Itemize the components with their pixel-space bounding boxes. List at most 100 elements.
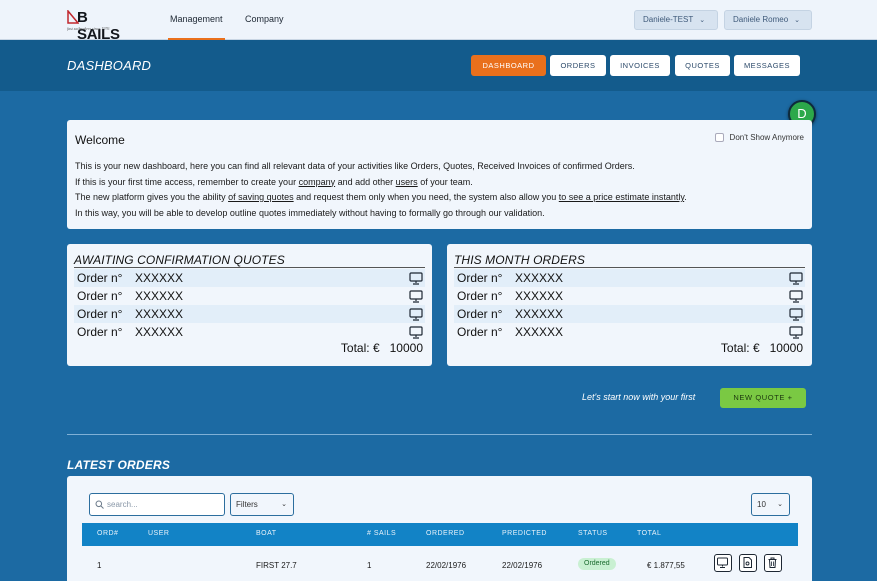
checkbox-icon[interactable]: [714, 133, 724, 142]
orders-total: Total: € 10000: [721, 341, 803, 355]
list-item[interactable]: Order n° XXXXXX: [454, 269, 805, 287]
cell-predicted: 22/02/1976: [502, 561, 543, 570]
col-status[interactable]: STATUS: [578, 530, 608, 537]
cell-ordered: 22/02/1976: [426, 561, 467, 570]
search-input[interactable]: search...: [89, 493, 225, 516]
welcome-line-4: In this way, you will be able to develop…: [75, 207, 545, 218]
col-sails[interactable]: # SAILS: [367, 530, 396, 537]
order-number: XXXXXX: [515, 307, 564, 321]
monitor-icon[interactable]: [409, 326, 423, 339]
monitor-icon[interactable]: [409, 272, 423, 285]
welcome-title: Welcome: [75, 133, 125, 147]
cell-ord: 1: [97, 561, 102, 570]
col-total[interactable]: TOTAL: [637, 530, 661, 537]
card-title: THIS MONTH ORDERS: [454, 253, 586, 267]
saving-quotes-link[interactable]: of saving quotes: [228, 192, 294, 202]
workspace-dropdown[interactable]: Daniele-TEST ⌄: [634, 10, 718, 30]
text-fragment: and add other: [335, 176, 396, 187]
status-badge: Ordered: [578, 558, 616, 570]
col-user[interactable]: USER: [148, 530, 169, 537]
page-size-value: 10: [757, 500, 766, 509]
chevron-down-icon: ⌄: [281, 501, 287, 508]
section-divider: [67, 434, 812, 435]
page-header: DASHBOARD DASHBOARD ORDERS INVOICES QUOT…: [0, 40, 877, 91]
list-item[interactable]: Order n° XXXXXX: [454, 323, 805, 341]
monitor-icon: [717, 557, 728, 568]
welcome-text: This is your new dashboard, here you can…: [75, 159, 687, 221]
dont-show-checkbox[interactable]: Don't Show Anymore: [714, 133, 804, 142]
monitor-icon[interactable]: [789, 308, 803, 321]
list-item[interactable]: Order n° XXXXXX: [454, 305, 805, 323]
quotes-total: Total: € 10000: [341, 341, 423, 355]
divider: [74, 267, 425, 268]
order-number: XXXXXX: [135, 289, 184, 303]
order-number: XXXXXX: [135, 271, 184, 285]
order-label: Order n°: [457, 289, 503, 303]
order-label: Order n°: [77, 271, 123, 285]
view-button[interactable]: [714, 554, 732, 572]
tab-messages[interactable]: MESSAGES: [734, 55, 800, 76]
card-title: AWAITING CONFIRMATION QUOTES: [74, 253, 285, 267]
monitor-icon[interactable]: [409, 308, 423, 321]
monitor-icon[interactable]: [789, 326, 803, 339]
order-label: Order n°: [77, 325, 123, 339]
col-predicted[interactable]: PREDICTED: [502, 530, 547, 537]
text-fragment: If this is your first time access, remem…: [75, 176, 299, 187]
text-fragment: and request them only when you need, the…: [293, 192, 559, 202]
user-dropdown[interactable]: Daniele Romeo ⌄: [724, 10, 812, 30]
user-label: Daniele Romeo: [733, 15, 789, 24]
list-item[interactable]: Order n° XXXXXX: [74, 323, 425, 341]
col-boat[interactable]: BOAT: [256, 530, 277, 537]
top-navbar: B SAILS fast sailmakers since 1976 Manag…: [0, 0, 877, 43]
list-item[interactable]: Order n° XXXXXX: [74, 287, 425, 305]
monitor-icon[interactable]: [409, 290, 423, 303]
nav-company[interactable]: Company: [245, 14, 284, 24]
text-fragment: The new platform gives you the ability: [75, 192, 229, 202]
latest-orders-title: LATEST ORDERS: [67, 458, 171, 472]
chevron-down-icon: ⌄: [777, 501, 783, 508]
filters-dropdown[interactable]: Filters ⌄: [230, 493, 294, 516]
search-icon: [95, 500, 104, 509]
page-title: DASHBOARD: [67, 58, 152, 73]
order-number: XXXXXX: [135, 307, 184, 321]
nav-management[interactable]: Management: [168, 14, 225, 40]
total-value: 10000: [769, 341, 803, 355]
order-label: Order n°: [77, 289, 123, 303]
monitor-icon[interactable]: [789, 272, 803, 285]
tab-orders[interactable]: ORDERS: [550, 55, 606, 76]
welcome-line-1: This is your new dashboard, here you can…: [75, 161, 635, 171]
price-estimate-link[interactable]: to see a price estimate instantly: [559, 192, 684, 202]
divider: [454, 267, 805, 268]
tab-dashboard[interactable]: DASHBOARD: [471, 55, 546, 76]
page-size-select[interactable]: 10 ⌄: [751, 493, 790, 516]
total-label: Total: €: [340, 341, 380, 355]
brand-logo[interactable]: B SAILS fast sailmakers since 1976: [67, 8, 129, 43]
new-quote-button[interactable]: NEW QUOTE +: [720, 388, 806, 408]
workspace-label: Daniele-TEST: [643, 15, 694, 24]
cta-text: Let's start now with your first: [582, 392, 696, 402]
users-link[interactable]: users: [396, 177, 418, 187]
tab-quotes[interactable]: QUOTES: [675, 55, 730, 76]
order-number: XXXXXX: [515, 271, 564, 285]
welcome-line-3: The new platform gives you the ability o…: [75, 190, 687, 206]
col-ordered[interactable]: ORDERED: [426, 530, 465, 537]
company-link[interactable]: company: [299, 177, 336, 187]
list-item[interactable]: Order n° XXXXXX: [454, 287, 805, 305]
document-button[interactable]: [739, 554, 757, 572]
text-fragment: .: [684, 192, 687, 202]
cell-boat: FIRST 27.7: [256, 561, 297, 570]
cell-total: € 1.877,55: [647, 561, 685, 570]
search-placeholder: search...: [107, 500, 138, 509]
total-value: 10000: [389, 341, 423, 355]
chevron-down-icon: ⌄: [794, 17, 801, 24]
list-item[interactable]: Order n° XXXXXX: [74, 269, 425, 287]
monitor-icon[interactable]: [789, 290, 803, 303]
welcome-line-2: If this is your first time access, remem…: [75, 175, 687, 191]
list-item[interactable]: Order n° XXXXXX: [74, 305, 425, 323]
col-ord[interactable]: ORD#: [97, 530, 118, 537]
tab-invoices[interactable]: INVOICES: [610, 55, 670, 76]
chevron-down-icon: ⌄: [699, 17, 706, 24]
dont-show-label: Don't Show Anymore: [729, 133, 804, 142]
delete-button[interactable]: [764, 554, 782, 572]
order-label: Order n°: [77, 307, 123, 321]
